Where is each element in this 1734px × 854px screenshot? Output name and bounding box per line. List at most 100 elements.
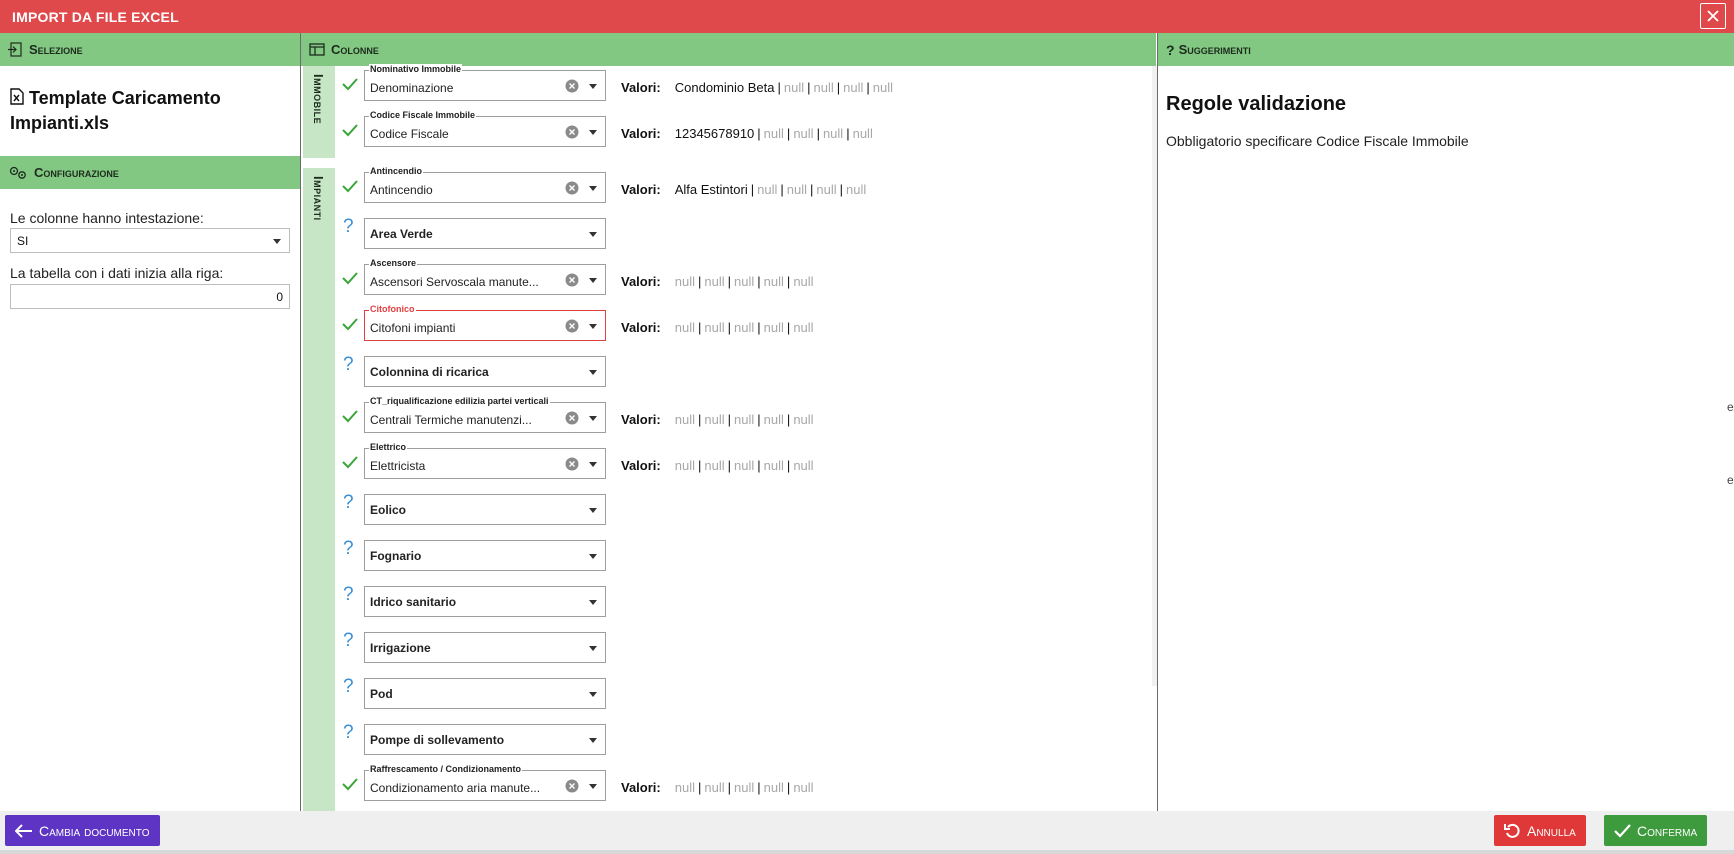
- selezione-header: Selezione: [0, 33, 300, 66]
- field-value: Elettricista: [370, 459, 426, 473]
- document-name-text: Template Caricamento Impianti.xls: [10, 88, 221, 133]
- column-select[interactable]: Irrigazione: [364, 632, 606, 663]
- value-separator: |: [846, 126, 850, 141]
- column-select[interactable]: Raffrescamento / Condizionamento Condizio…: [364, 764, 606, 801]
- column-select[interactable]: Ascensore Ascensori Servoscala manute...: [364, 258, 606, 295]
- annulla-button[interactable]: Annulla: [1494, 815, 1586, 846]
- chevron-down-icon: [589, 416, 597, 421]
- sample-value: null: [674, 780, 695, 795]
- sample-value: null: [674, 274, 695, 289]
- mapping-row: ? Fognario: [335, 536, 1135, 582]
- question-icon: ?: [343, 722, 354, 743]
- column-select[interactable]: Pompe di sollevamento: [364, 724, 606, 755]
- column-select[interactable]: Eolico: [364, 494, 606, 525]
- value-separator: |: [786, 126, 791, 141]
- valori-label: Valori:: [621, 80, 661, 95]
- column-select[interactable]: Area Verde: [364, 218, 606, 249]
- column-select[interactable]: CT_riqualificazione edilizia partei vert…: [364, 396, 606, 433]
- field-value: Pod: [370, 687, 393, 701]
- valori-label: Valori:: [621, 126, 661, 141]
- field-value: Eolico: [370, 503, 407, 517]
- clear-icon[interactable]: [565, 181, 579, 195]
- value-separator: |: [757, 412, 761, 427]
- sample-value: null: [852, 126, 873, 141]
- column-select[interactable]: Citofonico Citofoni impianti: [364, 304, 606, 341]
- value-separator: |: [786, 458, 791, 473]
- document-name: Template Caricamento Impianti.xls: [10, 86, 290, 136]
- column-select[interactable]: Codice Fiscale Immobile Codice Fiscale: [364, 110, 606, 147]
- mapping-row: ? Area Verde: [335, 214, 1135, 260]
- column-select[interactable]: Colonnina di ricarica: [364, 356, 606, 387]
- right-divider: [1157, 33, 1158, 811]
- chevron-down-icon: [589, 130, 597, 135]
- field-label: Antincendio: [369, 166, 423, 176]
- check-icon: [342, 318, 358, 331]
- sample-value: null: [763, 458, 784, 473]
- clear-icon[interactable]: [565, 273, 579, 287]
- check-icon: [342, 456, 358, 469]
- column-select[interactable]: Antincendio Antincendio: [364, 166, 606, 203]
- valori-label: Valori:: [621, 458, 661, 473]
- question-icon: ?: [1166, 41, 1175, 58]
- group-impianti: Impianti: [303, 168, 335, 811]
- mapping-row: ? Idrico sanitario: [335, 582, 1135, 628]
- chevron-down-icon: [589, 554, 597, 559]
- column-select[interactable]: Idrico sanitario: [364, 586, 606, 617]
- column-select[interactable]: Nominativo Immobile Denominazione: [364, 64, 606, 101]
- sample-value: null: [843, 80, 864, 95]
- clear-icon[interactable]: [565, 79, 579, 93]
- mapping-row: Raffrescamento / Condizionamento Condizio…: [335, 764, 1135, 812]
- field-value: Condizionamento aria manute...: [370, 781, 541, 795]
- clear-icon[interactable]: [565, 411, 579, 425]
- sample-value: null: [822, 126, 844, 141]
- clear-icon[interactable]: [565, 457, 579, 471]
- column-select[interactable]: Pod: [364, 678, 606, 709]
- column-select[interactable]: Fognario: [364, 540, 606, 571]
- sample-value: null: [763, 274, 784, 289]
- selezione-title: Selezione: [29, 42, 83, 57]
- question-icon: ?: [343, 492, 354, 513]
- sample-value: null: [793, 126, 814, 141]
- scrollbar[interactable]: [1152, 66, 1157, 686]
- column-select[interactable]: Elettrico Elettricista: [364, 442, 606, 479]
- field-value: Area Verde: [370, 227, 433, 241]
- sample-value: null: [734, 780, 755, 795]
- value-separator: |: [757, 780, 761, 795]
- start-row-value: 0: [276, 289, 283, 304]
- start-row-input[interactable]: 0: [10, 284, 290, 309]
- sample-value: null: [734, 320, 755, 335]
- clear-icon[interactable]: [565, 125, 579, 139]
- window-title-bar: IMPORT DA FILE EXCEL: [0, 0, 1734, 33]
- chevron-down-icon: [589, 600, 597, 605]
- value-separator: |: [836, 80, 841, 95]
- clear-icon[interactable]: [565, 319, 579, 333]
- cambia-documento-button[interactable]: Cambia documento: [5, 815, 160, 846]
- check-icon: [342, 272, 358, 285]
- field-value: Colonnina di ricarica: [370, 365, 489, 379]
- sample-value: null: [704, 458, 725, 473]
- header-select[interactable]: SI: [10, 228, 290, 253]
- annulla-label: Annulla: [1527, 822, 1576, 839]
- arrow-left-icon: [15, 823, 32, 838]
- validation-rule-text: Obbligatorio specificare Codice Fiscale …: [1166, 133, 1469, 149]
- colonne-header: Colonne: [301, 33, 1156, 66]
- value-separator: |: [777, 80, 781, 95]
- clear-icon[interactable]: [565, 779, 579, 793]
- sample-value: null: [813, 80, 834, 95]
- mapping-row: Citofonico Citofoni impianti Valori: null | n…: [335, 304, 1135, 352]
- group-immobile-label: Immobile: [311, 74, 326, 125]
- close-button[interactable]: [1700, 3, 1726, 29]
- check-icon: [342, 778, 358, 791]
- conferma-button[interactable]: Conferma: [1604, 815, 1708, 846]
- value-separator: |: [698, 320, 702, 335]
- sample-value: null: [734, 274, 755, 289]
- valori-label: Valori:: [621, 320, 661, 335]
- chevron-down-icon: [589, 324, 597, 329]
- value-separator: |: [810, 182, 814, 197]
- question-icon: ?: [343, 584, 354, 605]
- conferma-label: Conferma: [1637, 822, 1698, 839]
- field-value: Codice Fiscale: [370, 127, 449, 141]
- header-question-label: Le colonne hanno intestazione:: [10, 210, 204, 226]
- sample-value: null: [786, 182, 808, 197]
- background-text-fragment: e: [1727, 400, 1734, 414]
